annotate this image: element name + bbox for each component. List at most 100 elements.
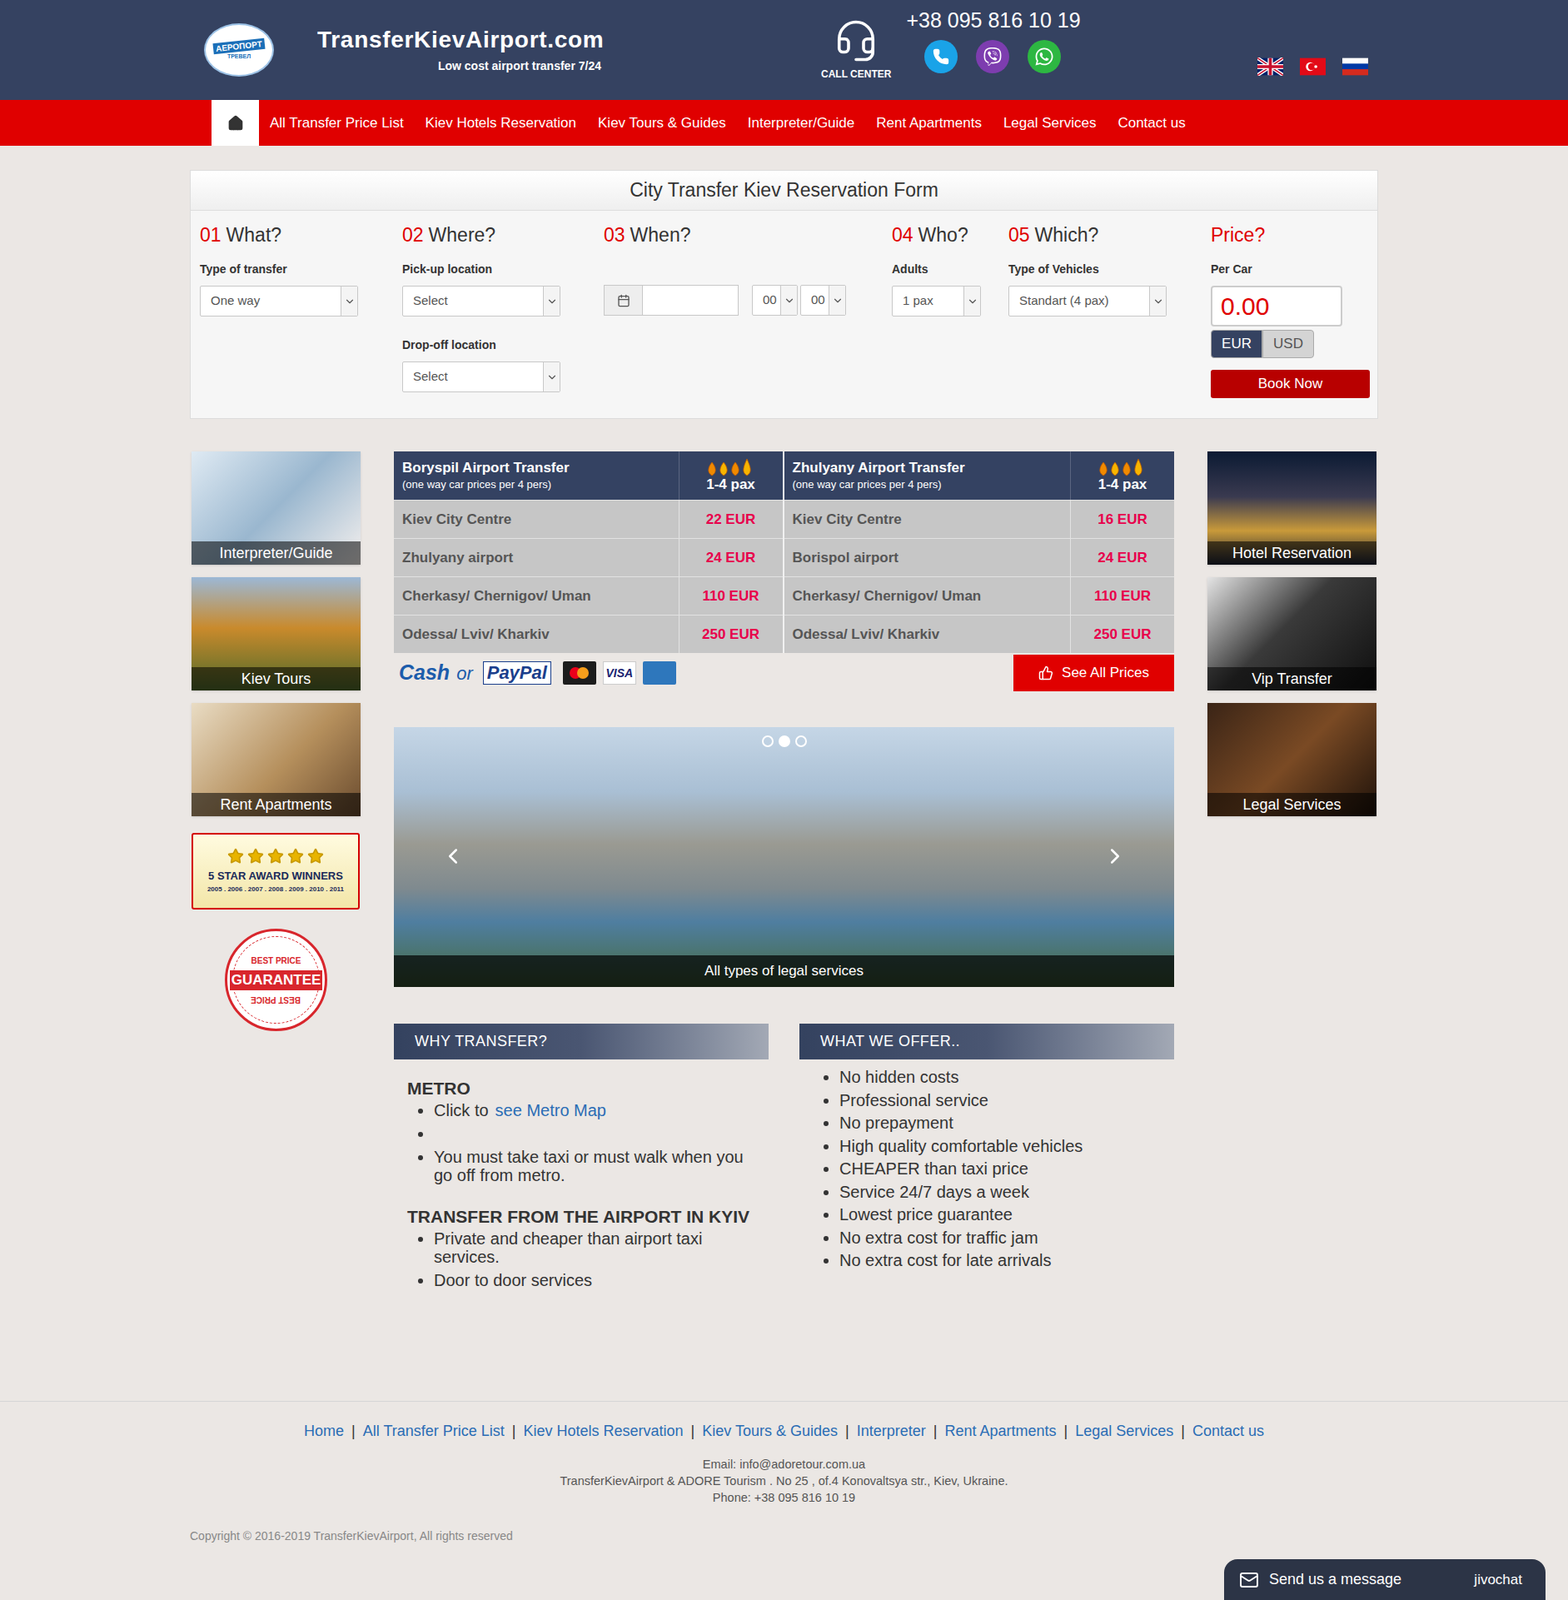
star-icon <box>307 847 324 865</box>
select[interactable]: One way <box>199 285 359 317</box>
footer-link[interactable]: Legal Services <box>1075 1419 1174 1443</box>
see-all-prices-button[interactable]: See All Prices <box>1013 654 1175 692</box>
chevron-down-icon <box>546 295 558 308</box>
whatsapp-icon <box>1034 46 1055 67</box>
form-step: 02Where?Pick-up locationSelectDrop-off l… <box>402 222 604 399</box>
offer-item: No prepayment <box>839 1111 1175 1135</box>
center-column: Boryspil Airport Transfer(one way car pr… <box>393 451 1175 1295</box>
price-display: 0.00 <box>1210 285 1343 327</box>
select[interactable]: Standart (4 pax) <box>1008 285 1167 317</box>
slider-dot[interactable] <box>761 735 774 747</box>
site-name[interactable]: TransferKievAirport.com <box>317 25 604 55</box>
select[interactable]: 00 <box>800 284 847 316</box>
calendar-button[interactable] <box>603 284 643 316</box>
nav-item[interactable]: Rent Apartments <box>865 99 993 146</box>
main-nav: All Transfer Price ListKiev Hotels Reser… <box>0 99 1568 146</box>
select[interactable]: Select <box>402 285 561 317</box>
price-row[interactable]: Odessa/ Lviv/ Kharkiv250 EUR <box>393 614 783 653</box>
form-step: 04Who?Adults1 pax <box>891 222 1009 399</box>
calendar-icon <box>617 293 631 308</box>
header: АЕРОПОРТТРЕВЕЛTransferKievAirport.comLow… <box>0 0 1568 100</box>
prev-arrow-icon[interactable] <box>440 843 466 869</box>
price-row[interactable]: Borispol airport24 EUR <box>784 537 1175 577</box>
turkey-flag-icon[interactable] <box>1299 57 1326 76</box>
footer-link[interactable]: Contact us <box>1192 1419 1265 1443</box>
nav-item[interactable]: Legal Services <box>992 99 1108 146</box>
footer-link[interactable]: Rent Apartments <box>944 1419 1056 1443</box>
offer-item: Lowest price guarantee <box>839 1203 1175 1227</box>
price-table: Boryspil Airport Transfer(one way car pr… <box>393 451 785 653</box>
footer-link[interactable]: Kiev Hotels Reservation <box>522 1419 683 1443</box>
service-card[interactable]: Hotel Reservation <box>1207 451 1377 565</box>
thumbs-up-icon <box>1038 665 1054 681</box>
footer-link[interactable]: Kiev Tours & Guides <box>701 1419 838 1443</box>
service-card[interactable]: Legal Services <box>1207 702 1377 817</box>
logo[interactable]: АЕРОПОРТТРЕВЕЛ <box>204 23 274 77</box>
contact-app-button[interactable] <box>1027 39 1061 74</box>
metro-map-link[interactable]: see Metro Map <box>495 1100 607 1120</box>
phone-number[interactable]: +38 095 816 10 19 <box>905 6 1081 34</box>
nav-item[interactable]: Contact us <box>1106 99 1196 146</box>
star-icon <box>227 847 244 865</box>
nav-item[interactable]: Kiev Hotels Reservation <box>414 99 588 146</box>
chevron-down-icon <box>966 295 979 308</box>
service-card[interactable]: Interpreter/Guide <box>191 451 361 565</box>
slider-dot[interactable] <box>795 735 807 747</box>
star-icon <box>287 847 304 865</box>
language-switcher <box>1257 57 1369 76</box>
contact-app-button[interactable] <box>975 39 1010 74</box>
footer: Home|All Transfer Price List|Kiev Hotels… <box>0 1400 1568 1552</box>
select[interactable]: Select <box>402 361 561 393</box>
chevron-down-icon <box>1152 295 1165 308</box>
price-row[interactable]: Zhulyany airport24 EUR <box>393 537 783 577</box>
form-step: 05Which?Type of VehiclesStandart (4 pax) <box>1008 222 1211 399</box>
uk-flag-icon[interactable] <box>1257 57 1284 76</box>
what-we-offer: WHAT WE OFFER..No hidden costsProfession… <box>799 1023 1175 1295</box>
home-icon <box>227 114 244 132</box>
nav-item[interactable]: All Transfer Price List <box>258 99 415 146</box>
footer-link[interactable]: All Transfer Price List <box>363 1419 505 1443</box>
contact-app-button[interactable] <box>924 39 958 74</box>
service-card[interactable]: Kiev Tours <box>191 577 361 691</box>
select[interactable]: 1 pax <box>891 285 981 317</box>
select[interactable]: 00 <box>751 284 798 316</box>
price-row[interactable]: Kiev City Centre16 EUR <box>784 499 1175 538</box>
book-now-button[interactable]: Book Now <box>1210 369 1370 399</box>
chat-widget[interactable]: Send us a messagejivochat <box>1224 1558 1546 1600</box>
star-icon <box>247 847 264 865</box>
currency-button[interactable]: USD <box>1262 329 1315 359</box>
service-card[interactable]: Rent Apartments <box>191 702 361 817</box>
nav-item[interactable]: Kiev Tours & Guides <box>587 99 737 146</box>
offer-item: Service 24/7 days a week <box>839 1180 1175 1205</box>
footer-link[interactable]: Interpreter <box>856 1419 926 1443</box>
offer-item: Professional service <box>839 1089 1175 1113</box>
currency-button[interactable]: EUR <box>1210 329 1263 359</box>
nav-item[interactable]: Interpreter/Guide <box>736 99 867 146</box>
footer-phone: Phone: +38 095 816 10 19 <box>712 1488 856 1506</box>
chevron-down-icon <box>546 371 558 384</box>
footer-link[interactable]: Home <box>303 1419 344 1443</box>
form-step: 03When?0000 <box>603 222 892 399</box>
service-card[interactable]: Vip Transfer <box>1207 577 1377 691</box>
page: АЕРОПОРТТРЕВЕЛ TransferKievAirport.com Low… <box>0 0 1568 1600</box>
slider[interactable]: All types of legal services <box>393 726 1175 987</box>
price-row[interactable]: Kiev City Centre22 EUR <box>393 499 783 538</box>
offer-item: CHEAPER than taxi price <box>839 1157 1175 1181</box>
mail-icon <box>1239 1569 1260 1590</box>
next-arrow-icon[interactable] <box>1102 843 1128 869</box>
price-row[interactable]: Odessa/ Lviv/ Kharkiv250 EUR <box>784 614 1175 653</box>
price-row[interactable]: Cherkasy/ Chernigov/ Uman110 EUR <box>393 576 783 615</box>
nav-home[interactable] <box>211 99 259 146</box>
slider-dot[interactable] <box>778 735 791 747</box>
star-icon <box>267 847 284 865</box>
date-input[interactable] <box>642 284 739 316</box>
russia-flag-icon[interactable] <box>1342 57 1369 76</box>
amex-icon <box>642 661 677 685</box>
price-row[interactable]: Cherkasy/ Chernigov/ Uman110 EUR <box>784 576 1175 615</box>
phone-icon <box>932 48 950 65</box>
mastercard-icon <box>562 661 597 685</box>
footer-email[interactable]: Email: info@adoretour.com.ua <box>702 1455 866 1473</box>
award-badge: 5 STAR AWARD WINNERS2005 . 2006 . 2007 .… <box>191 832 360 910</box>
offer-item: High quality comfortable vehicles <box>839 1134 1175 1159</box>
chevron-down-icon <box>831 294 844 307</box>
